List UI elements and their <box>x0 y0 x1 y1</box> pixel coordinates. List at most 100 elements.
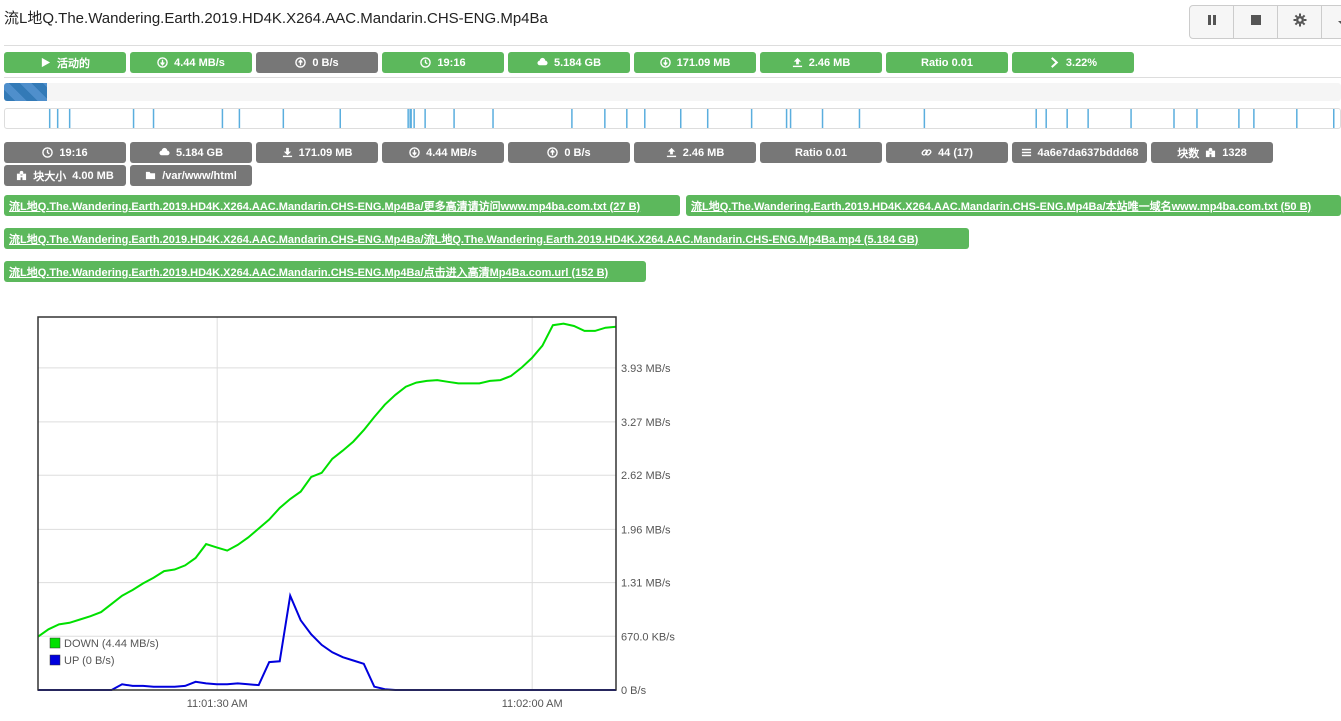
stop-icon <box>1250 13 1262 31</box>
gear-icon <box>1293 13 1307 32</box>
status-badge-label: 19:16 <box>437 56 466 69</box>
piece-mark <box>750 109 753 128</box>
status-badge-state: 活动的 <box>4 52 126 73</box>
piece-mark <box>1173 109 1175 128</box>
info-badge-piece-count: 块数 1328 <box>1151 142 1273 163</box>
info-badge-label: 2.46 MB <box>682 146 725 159</box>
piece-mark <box>410 109 412 128</box>
piece-mark <box>339 109 341 128</box>
info-badge-eta: 19:16 <box>4 142 126 163</box>
info-badge-uploaded: 2.46 MB <box>634 142 756 163</box>
settings-button[interactable] <box>1278 6 1322 38</box>
piece-mark <box>221 109 224 128</box>
info-badge-label: 0 B/s <box>564 146 591 159</box>
piece-mark <box>1087 109 1089 128</box>
piece-mark <box>1238 109 1240 128</box>
info-badge-value: 1328 <box>1222 146 1247 159</box>
download-circle-icon <box>659 57 671 68</box>
play-icon <box>40 57 51 68</box>
y-tick-label: 670.0 KB/s <box>621 631 675 643</box>
y-tick-label: 1.31 MB/s <box>621 578 671 590</box>
clock-icon <box>42 147 54 158</box>
info-badge-label: /var/www/html <box>162 169 237 182</box>
info-badge-downloaded: 171.09 MB <box>256 142 378 163</box>
file-link[interactable]: 流L地Q.The.Wandering.Earth.2019.HD4K.X264.… <box>4 195 680 216</box>
pause-icon <box>1206 13 1218 31</box>
piece-mark <box>1066 109 1068 128</box>
pause-button[interactable] <box>1190 6 1234 38</box>
download-icon <box>282 147 293 158</box>
file-link[interactable]: 流L地Q.The.Wandering.Earth.2019.HD4K.X264.… <box>4 261 646 282</box>
status-badge-label: 5.184 GB <box>553 56 602 69</box>
legend-label: DOWN (4.44 MB/s) <box>64 638 159 650</box>
status-badge-label: 活动的 <box>57 57 90 70</box>
upload-icon <box>666 147 677 158</box>
info-badge-upload-speed: 0 B/s <box>508 142 630 163</box>
status-divider <box>4 77 1341 78</box>
puzzle-icon <box>16 170 27 181</box>
file-link[interactable]: 流L地Q.The.Wandering.Earth.2019.HD4K.X264.… <box>4 228 969 249</box>
piece-mark <box>132 109 135 128</box>
piece-mark <box>282 109 285 128</box>
piece-mark <box>238 109 241 128</box>
file-link[interactable]: 流L地Q.The.Wandering.Earth.2019.HD4K.X264.… <box>686 195 1341 216</box>
info-badge-label: 5.184 GB <box>175 146 224 159</box>
info-badge-save-path: /var/www/html <box>130 165 252 186</box>
status-badge-uploaded: 2.46 MB <box>760 52 882 73</box>
piece-mark <box>644 109 646 128</box>
status-badge-upload-speed: 0 B/s <box>256 52 378 73</box>
piece-mark <box>1035 109 1037 128</box>
piece-mark <box>789 109 792 128</box>
legend-swatch <box>49 637 61 649</box>
piece-mark <box>821 109 824 128</box>
piece-mark <box>68 109 71 128</box>
status-badge-progress: 3.22% <box>1012 52 1134 73</box>
piece-mark <box>56 109 59 128</box>
info-badge-label: Ratio 0.01 <box>795 146 847 159</box>
upload-circle-icon <box>547 147 559 158</box>
status-badge-downloaded: 171.09 MB <box>634 52 756 73</box>
y-tick-label: 1.96 MB/s <box>621 524 671 536</box>
info-badge-label: 44 (17) <box>938 146 973 159</box>
upload-icon <box>792 57 803 68</box>
dropdown-button[interactable] <box>1322 6 1341 38</box>
info-badge-value: 4.00 MB <box>72 169 114 182</box>
info-badge-label: 19:16 <box>59 146 88 159</box>
stop-button[interactable] <box>1234 6 1278 38</box>
piece-mark <box>152 109 155 128</box>
info-badge-label: 块数 <box>1177 147 1200 160</box>
piece-mark <box>407 109 409 128</box>
piece-mark <box>1253 109 1255 128</box>
piece-mark <box>923 109 926 128</box>
piece-mark <box>1333 109 1335 128</box>
status-badge-download-speed: 4.44 MB/s <box>130 52 252 73</box>
piece-mark <box>858 109 861 128</box>
piece-mark <box>571 109 573 128</box>
status-badge-ratio: Ratio 0.01 <box>886 52 1008 73</box>
legend-label: UP (0 B/s) <box>64 655 115 667</box>
download-circle-icon <box>409 147 420 158</box>
chevron-right-icon <box>1049 57 1060 68</box>
info-badges-row2: 块大小 4.00 MB /var/www/html <box>4 165 252 186</box>
status-badge-label: 3.22% <box>1065 56 1098 69</box>
piece-mark <box>48 109 51 128</box>
y-tick-label: 0 B/s <box>621 685 647 697</box>
info-badge-hash: 4a6e7da637bddd68 <box>1012 142 1147 163</box>
piece-mark <box>626 109 628 128</box>
clock-icon <box>420 57 432 68</box>
torrent-controls <box>1189 5 1341 39</box>
piece-mark <box>706 109 709 128</box>
cloud-download-icon <box>537 57 548 68</box>
status-badge-label: 4.44 MB/s <box>174 56 225 69</box>
info-badge-label: 块大小 <box>33 170 67 183</box>
status-badge-label: 2.46 MB <box>808 56 851 69</box>
header-divider <box>4 45 1341 46</box>
chart-plot-area <box>38 317 616 690</box>
info-badge-size: 5.184 GB <box>130 142 252 163</box>
progress-fill <box>4 83 48 101</box>
piece-mark <box>1196 109 1198 128</box>
folder-icon <box>145 170 156 181</box>
page-title: 流L地Q.The.Wandering.Earth.2019.HD4K.X264.… <box>4 10 548 27</box>
y-tick-label: 2.62 MB/s <box>621 470 671 482</box>
legend-swatch <box>49 654 61 666</box>
